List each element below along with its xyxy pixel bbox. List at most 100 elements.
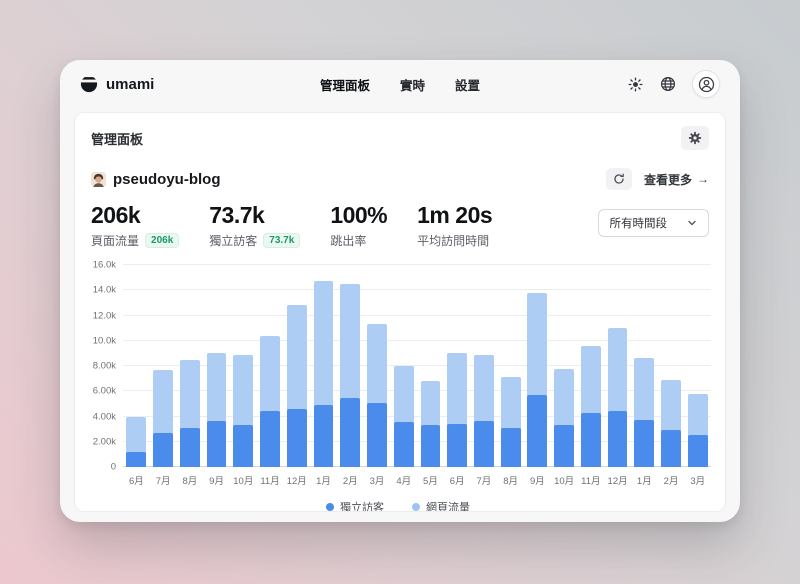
bar-visitors[interactable] <box>527 395 547 467</box>
y-axis-tick: 4.00k <box>93 411 116 422</box>
x-axis-tick: 10月 <box>230 473 257 487</box>
legend-label: 獨立訪客 <box>340 499 384 512</box>
bar-visitors[interactable] <box>287 409 307 467</box>
top-navbar: umami 管理面板 實時 設置 <box>60 60 740 108</box>
bar-slot <box>310 265 337 467</box>
brand-name: umami <box>106 76 154 93</box>
chart-bars <box>123 265 711 467</box>
stat-visitors: 73.7k 獨立訪客 73.7k <box>209 202 300 249</box>
bar-visitors[interactable] <box>447 424 467 467</box>
legend-dot-icon <box>326 503 334 511</box>
y-axis-tick: 10.0k <box>93 335 116 346</box>
nav-item-dashboard[interactable]: 管理面板 <box>320 75 370 94</box>
umami-logo-icon <box>80 75 98 93</box>
bar-visitors[interactable] <box>233 425 253 467</box>
bar-visitors[interactable] <box>340 398 360 467</box>
refresh-button[interactable] <box>606 168 632 190</box>
y-axis-tick: 0 <box>111 462 116 473</box>
bar-slot <box>417 265 444 467</box>
website-title[interactable]: pseudoyu-blog <box>91 171 221 188</box>
bar-visitors[interactable] <box>421 425 441 467</box>
x-axis-tick: 8月 <box>497 473 524 487</box>
bar-slot <box>577 265 604 467</box>
y-axis-tick: 12.0k <box>93 310 116 321</box>
bar-visitors[interactable] <box>314 405 334 467</box>
bar-slot <box>551 265 578 467</box>
bar-visitors[interactable] <box>367 403 387 467</box>
x-axis-tick: 12月 <box>604 473 631 487</box>
nav-item-settings[interactable]: 設置 <box>455 75 480 94</box>
app-window: umami 管理面板 實時 設置 <box>60 60 740 522</box>
theme-sun-icon[interactable] <box>626 75 644 93</box>
x-axis-tick: 3月 <box>684 473 711 487</box>
bar-visitors[interactable] <box>688 435 708 467</box>
bar-visitors[interactable] <box>661 430 681 467</box>
stat-pageviews: 206k 頁面流量 206k <box>91 202 179 249</box>
bar-visitors[interactable] <box>554 425 574 467</box>
language-globe-icon[interactable] <box>659 75 677 93</box>
stat-bounce-label: 跳出率 <box>330 232 366 249</box>
stat-visitors-value: 73.7k <box>209 202 300 229</box>
x-axis-tick: 11月 <box>577 473 604 487</box>
arrow-right-icon: → <box>697 172 709 186</box>
umami-logo[interactable]: umami <box>80 75 154 93</box>
bar-slot <box>471 265 498 467</box>
bar-visitors[interactable] <box>474 421 494 467</box>
stat-pageviews-badge: 206k <box>145 233 179 248</box>
page-title: 管理面板 <box>91 129 143 148</box>
profile-icon[interactable] <box>692 70 720 98</box>
nav-item-realtime[interactable]: 實時 <box>400 75 425 94</box>
website-actions: 查看更多 → <box>606 168 709 190</box>
x-axis-tick: 11月 <box>257 473 284 487</box>
date-range-dropdown[interactable]: 所有時間段 <box>598 209 710 237</box>
x-axis-tick: 4月 <box>390 473 417 487</box>
y-axis-tick: 16.0k <box>93 260 116 271</box>
bar-visitors[interactable] <box>608 411 628 467</box>
bar-visitors[interactable] <box>581 413 601 467</box>
stat-pageviews-label: 頁面流量 <box>91 232 139 249</box>
bar-visitors[interactable] <box>394 422 414 467</box>
bar-visitors[interactable] <box>501 428 521 467</box>
bar-slot <box>631 265 658 467</box>
bar-slot <box>176 265 203 467</box>
view-more-link[interactable]: 查看更多 → <box>644 171 709 188</box>
bar-slot <box>604 265 631 467</box>
gear-icon <box>688 131 702 145</box>
y-axis-tick: 6.00k <box>93 386 116 397</box>
x-axis-tick: 9月 <box>203 473 230 487</box>
bar-slot <box>497 265 524 467</box>
legend-item[interactable]: 網頁流量 <box>412 499 470 512</box>
website-header: pseudoyu-blog 查看更多 → <box>75 158 725 190</box>
x-axis-tick: 10月 <box>551 473 578 487</box>
bar-slot <box>364 265 391 467</box>
y-axis-tick: 2.00k <box>93 436 116 447</box>
bar-slot <box>203 265 230 467</box>
bar-slot <box>658 265 685 467</box>
x-axis-tick: 9月 <box>524 473 551 487</box>
dashboard-header: 管理面板 <box>75 113 725 158</box>
stat-bounce-rate: 100% 跳出率 <box>330 202 387 249</box>
bar-slot <box>684 265 711 467</box>
x-axis-tick: 2月 <box>337 473 364 487</box>
x-axis-tick: 5月 <box>417 473 444 487</box>
bar-visitors[interactable] <box>207 421 227 467</box>
bar-slot <box>123 265 150 467</box>
dashboard-settings-button[interactable] <box>681 126 709 150</box>
bar-slot <box>283 265 310 467</box>
stat-time-label: 平均訪問時間 <box>417 232 489 249</box>
chart-legend: 獨立訪客 網頁流量 <box>85 499 711 512</box>
bar-slot <box>444 265 471 467</box>
legend-dot-icon <box>412 503 420 511</box>
bar-slot <box>230 265 257 467</box>
bar-slot <box>390 265 417 467</box>
bar-visitors[interactable] <box>260 411 280 467</box>
website-favicon-avatar <box>91 172 106 187</box>
bar-visitors[interactable] <box>126 452 146 467</box>
legend-item[interactable]: 獨立訪客 <box>326 499 384 512</box>
stat-avg-visit-time: 1m 20s 平均訪問時間 <box>417 202 492 249</box>
bar-slot <box>257 265 284 467</box>
legend-label: 網頁流量 <box>426 499 470 512</box>
bar-visitors[interactable] <box>180 428 200 467</box>
bar-visitors[interactable] <box>153 433 173 467</box>
bar-visitors[interactable] <box>634 420 654 467</box>
